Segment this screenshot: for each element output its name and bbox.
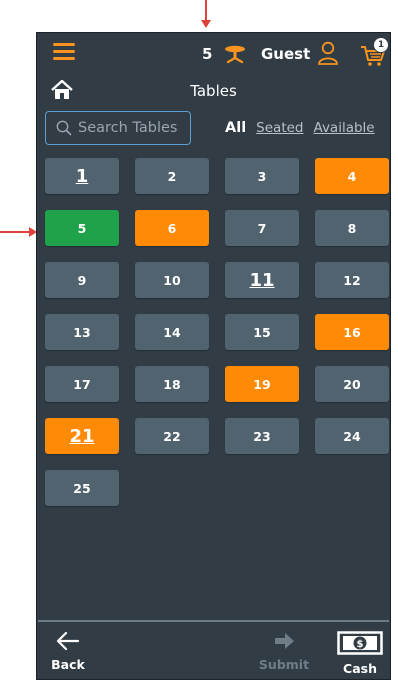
search-input[interactable]: Search Tables: [45, 111, 191, 145]
search-icon: [56, 120, 72, 136]
bottom-divider: [38, 620, 389, 622]
table-tile[interactable]: 14: [135, 314, 209, 350]
table-tile[interactable]: 23: [225, 418, 299, 454]
table-tile[interactable]: 22: [135, 418, 209, 454]
filter-available[interactable]: Available: [314, 120, 375, 136]
cash-icon: $: [337, 631, 383, 655]
table-tile[interactable]: 8: [315, 210, 389, 246]
hamburger-menu-icon[interactable]: [53, 43, 75, 61]
submit-label: Submit: [258, 657, 310, 672]
filter-all[interactable]: All: [225, 120, 246, 136]
table-tile[interactable]: 15: [225, 314, 299, 350]
table-tile[interactable]: 17: [45, 366, 119, 402]
svg-text:$: $: [357, 639, 364, 650]
back-button[interactable]: Back: [51, 631, 85, 672]
table-tile[interactable]: 9: [45, 262, 119, 298]
guest-label[interactable]: Guest: [261, 45, 310, 63]
arrow-left-icon: [56, 631, 80, 651]
app-screen: 5 Guest 1 Tables Search Tables All Seate…: [36, 32, 391, 680]
annotation-arrow-left: [0, 227, 37, 237]
table-tile[interactable]: 25: [45, 470, 119, 506]
page-title: Tables: [190, 82, 237, 100]
table-tile[interactable]: 7: [225, 210, 299, 246]
table-tile[interactable]: 10: [135, 262, 209, 298]
table-tile[interactable]: 5: [45, 210, 119, 246]
table-tile[interactable]: 24: [315, 418, 389, 454]
cart-count-badge: 1: [373, 37, 389, 53]
search-placeholder: Search Tables: [78, 120, 178, 136]
table-tile[interactable]: 12: [315, 262, 389, 298]
submit-button[interactable]: Submit: [257, 631, 311, 672]
table-tile[interactable]: 18: [135, 366, 209, 402]
table-tile[interactable]: 19: [225, 366, 299, 402]
table-icon: [225, 45, 245, 64]
back-label: Back: [51, 657, 85, 672]
filter-tabs: All Seated Available: [225, 120, 385, 136]
table-tile[interactable]: 2: [135, 158, 209, 194]
table-tile[interactable]: 13: [45, 314, 119, 350]
table-tile[interactable]: 11: [225, 262, 299, 298]
table-tile[interactable]: 4: [315, 158, 389, 194]
table-tile[interactable]: 21: [45, 418, 119, 454]
table-tile[interactable]: 16: [315, 314, 389, 350]
top-bar: 5 Guest 1: [37, 33, 390, 77]
annotation-arrow-top: [201, 0, 211, 28]
table-tile[interactable]: 3: [225, 158, 299, 194]
table-tile[interactable]: 20: [315, 366, 389, 402]
cart-button[interactable]: 1: [359, 37, 389, 69]
table-count: 5: [202, 45, 213, 63]
filter-seated[interactable]: Seated: [256, 120, 303, 136]
user-icon[interactable]: [317, 41, 339, 65]
cash-label: Cash: [343, 661, 377, 676]
arrow-right-icon: [275, 633, 294, 649]
table-tile[interactable]: 6: [135, 210, 209, 246]
cash-button[interactable]: $ Cash: [335, 631, 385, 676]
table-tile[interactable]: 1: [45, 158, 119, 194]
